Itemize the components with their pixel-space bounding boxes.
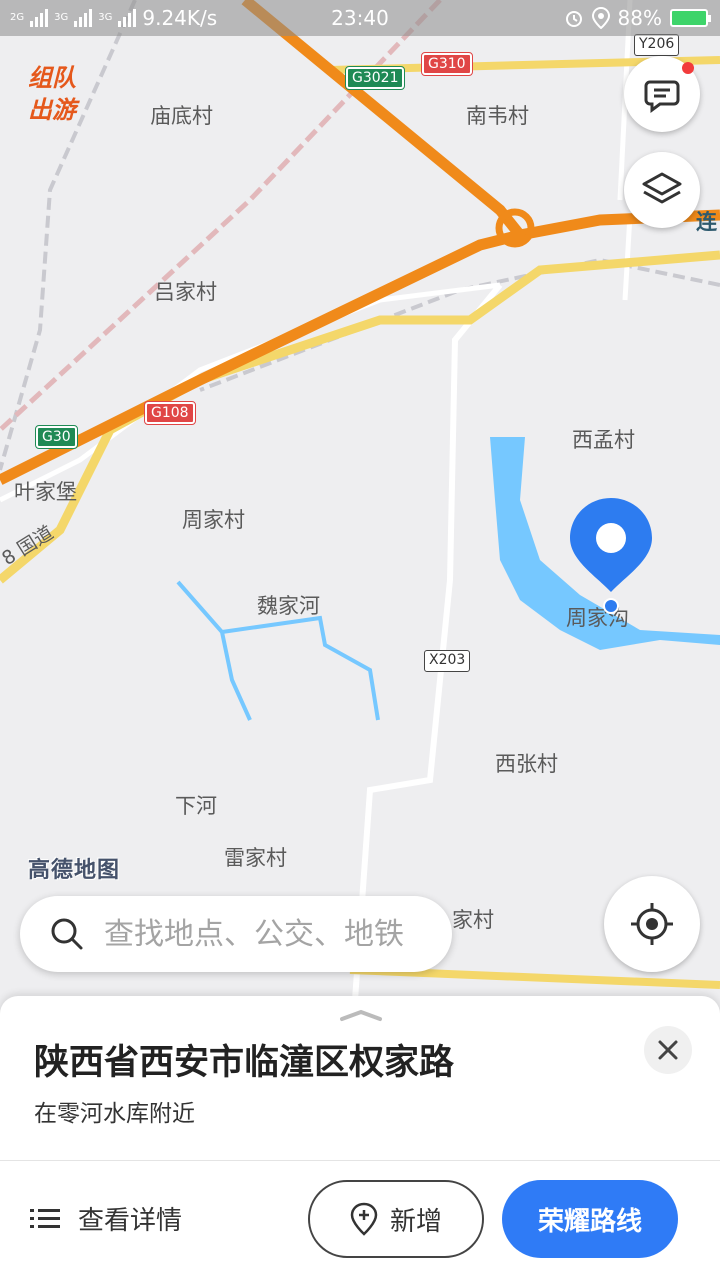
highway-shield: G3021 — [344, 66, 406, 90]
locate-me-button[interactable] — [604, 876, 700, 972]
place-label[interactable]: 家村 — [452, 904, 494, 934]
sheet-handle-icon[interactable] — [338, 1008, 384, 1022]
add-label: 新增 — [389, 1206, 442, 1237]
message-icon — [644, 80, 680, 113]
place-subtitle: 在零河水库附近 — [34, 1101, 195, 1127]
place-label[interactable]: 叶家堡 — [14, 476, 77, 506]
location-status-icon — [591, 7, 610, 29]
highway-shield: G108 — [144, 401, 196, 425]
view-details-label: 查看详情 — [78, 1206, 183, 1236]
place-title: 陕西省西安市临潼区权家路 — [34, 1043, 455, 1083]
route-label: 荣耀路线 — [537, 1206, 642, 1237]
place-detail-sheet: 陕西省西安市临潼区权家路 在零河水库附近 查看详情 新增 荣耀路线 — [0, 996, 720, 1280]
messages-button[interactable] — [624, 56, 700, 132]
notification-dot — [682, 62, 694, 74]
divider — [0, 1160, 720, 1161]
close-button[interactable] — [644, 1026, 692, 1074]
road-shield: Y206 — [634, 34, 680, 56]
location-pin-icon[interactable] — [566, 494, 656, 618]
search-icon — [51, 918, 83, 950]
battery-icon — [670, 9, 711, 27]
battery-percent: 88% — [617, 6, 662, 30]
alarm-icon — [565, 11, 582, 27]
place-label[interactable]: 周家村 — [182, 504, 245, 534]
view-details-button[interactable]: 查看详情 — [30, 1200, 182, 1237]
place-label[interactable]: 魏家河 — [257, 590, 320, 620]
crosshair-icon — [631, 903, 673, 945]
place-label[interactable]: 雷家村 — [224, 842, 287, 872]
route-button[interactable]: 荣耀路线 — [502, 1180, 678, 1258]
search-input[interactable] — [104, 916, 444, 952]
place-label[interactable]: 南韦村 — [466, 100, 529, 130]
highway-shield: G310 — [421, 52, 473, 76]
highway-shield: G30 — [35, 425, 78, 449]
search-bar[interactable] — [20, 896, 452, 972]
place-label[interactable]: 下河 — [175, 790, 217, 820]
place-label[interactable]: 连 — [696, 206, 717, 236]
list-icon — [30, 1208, 60, 1228]
place-label[interactable]: 西张村 — [495, 748, 558, 778]
layers-button[interactable] — [624, 152, 700, 228]
place-label[interactable]: 吕家村 — [154, 276, 217, 306]
place-label[interactable]: 庙底村 — [150, 100, 213, 130]
road-shield: X203 — [424, 650, 471, 672]
amap-logo: 高德地图 — [28, 858, 121, 883]
place-label[interactable]: 西孟村 — [572, 424, 635, 454]
add-place-button[interactable]: 新增 — [308, 1180, 484, 1258]
layers-icon — [642, 172, 682, 204]
team-trip-promo[interactable]: 组队出游 — [28, 62, 98, 126]
close-icon — [658, 1040, 678, 1060]
add-location-icon — [350, 1202, 378, 1236]
status-bar: 2G 3G 3G 9.24K/s 23:40 88% — [0, 0, 720, 36]
